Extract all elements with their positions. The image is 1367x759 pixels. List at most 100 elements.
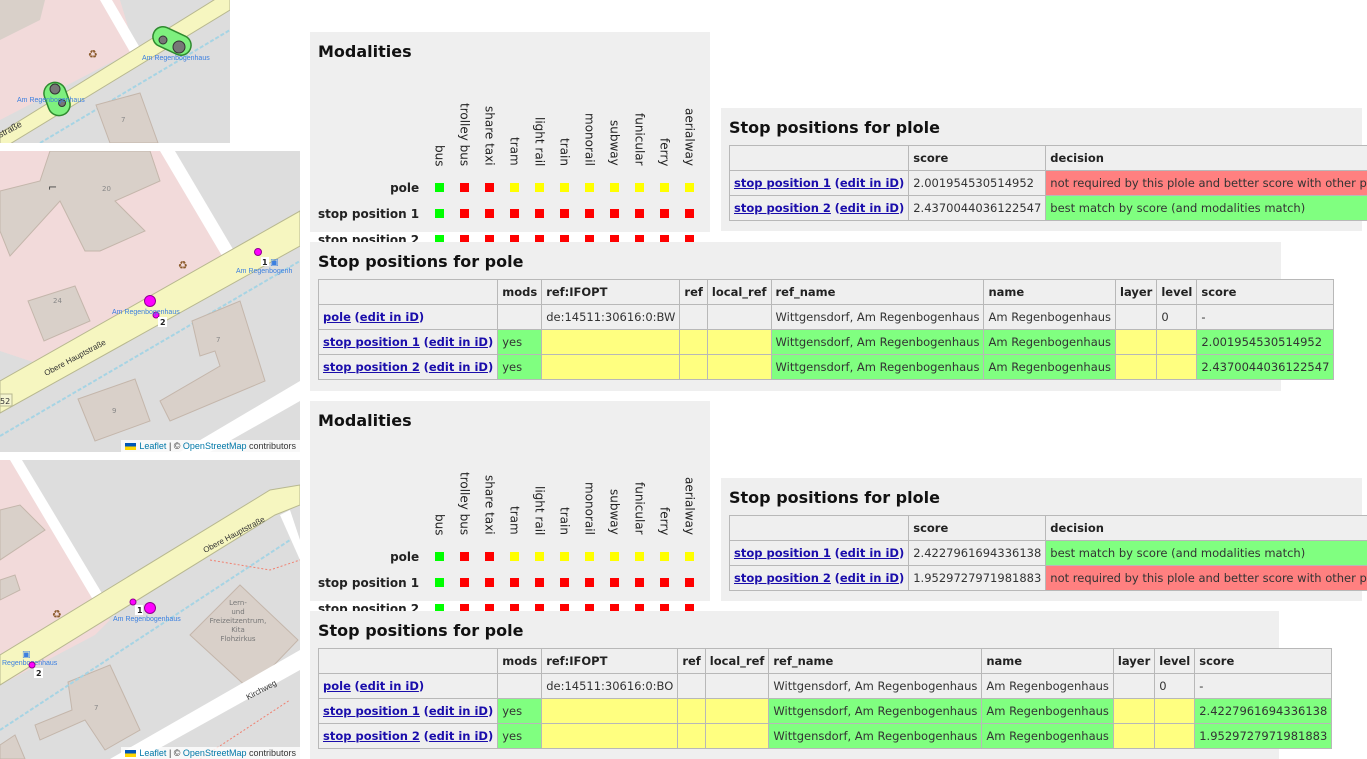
modality-status-yellow: [560, 552, 570, 561]
stop-position-marker[interactable]: [129, 598, 137, 606]
osm-link[interactable]: OpenStreetMap: [183, 748, 247, 758]
paren: ): [487, 704, 494, 718]
stop-cell: stop position 2 (edit in iD): [728, 195, 910, 221]
map-3[interactable]: Obere Hauptstraße Lern- und Freizeitzent…: [0, 460, 300, 759]
pole-marker[interactable]: [144, 602, 156, 614]
modality-label: trolley bus: [457, 102, 472, 166]
map-2[interactable]: 20 24 7 9 ♻ ⌐ 1 ▣ Am Regenbogenh Am Rege…: [0, 151, 300, 452]
stop-cell: stop position 1 (edit in iD): [317, 698, 499, 724]
value-cell: Am Regenbogenhaus: [983, 354, 1117, 380]
pole-header-row: mods ref:IFOPT ref local_ref ref_name name lay…: [317, 279, 1335, 305]
edit-in-id-link[interactable]: edit in iD: [429, 729, 488, 743]
stop-link[interactable]: stop position 1: [734, 176, 831, 190]
modality-column-header: tram: [502, 69, 527, 175]
modality-label: aerialway: [682, 477, 697, 535]
leaflet-link[interactable]: Leaflet: [139, 748, 166, 758]
stop-link[interactable]: pole: [323, 310, 351, 324]
bus-stop-icon: ▣: [270, 258, 279, 268]
stop-link[interactable]: stop position 1: [323, 704, 420, 718]
modality-column-header: monorail: [577, 69, 602, 175]
road: [280, 510, 300, 560]
score-cell: 1.9529727971981883: [908, 565, 1047, 591]
modalities-panel-1: Modalities bus trolley bus share taxi tram l…: [310, 32, 710, 247]
value-cell: -: [1196, 304, 1335, 330]
modalities-title: Modalities: [318, 411, 412, 430]
stop-link[interactable]: stop position 1: [734, 546, 831, 560]
building: [34, 664, 141, 751]
modality-status-yellow: [610, 552, 620, 561]
column-header: ref: [679, 279, 708, 305]
edit-in-id-link[interactable]: edit in iD: [429, 704, 488, 718]
modality-status-red: [460, 209, 470, 218]
value-cell: [497, 304, 543, 330]
building-number: 20: [102, 185, 111, 193]
modality-label: funicular: [632, 113, 647, 166]
modality-status-yellow: [635, 183, 645, 192]
stop-position-marker[interactable]: [254, 248, 262, 256]
modality-cell: [527, 544, 552, 570]
attribution-separator: | ©: [166, 748, 183, 758]
column-header: [728, 145, 910, 171]
modalities-row-label: stop position 1: [318, 576, 420, 590]
modality-column-header: tram: [502, 438, 527, 544]
svg-text:Freizeitzentrum,: Freizeitzentrum,: [210, 617, 267, 625]
map-1-canvas: 7 ♻ Am Regenbogenhaus Am Regenbogenhaus …: [0, 0, 230, 143]
map-2-canvas: 20 24 7 9 ♻ ⌐ 1 ▣ Am Regenbogenh Am Rege…: [0, 151, 300, 452]
modality-cell: [677, 201, 702, 227]
stop-link[interactable]: stop position 1: [323, 335, 420, 349]
modality-cell: [677, 175, 702, 201]
modality-status-red: [610, 209, 620, 218]
value-cell: Am Regenbogenhaus: [981, 698, 1114, 724]
modality-status-red: [460, 578, 470, 587]
stop-link[interactable]: pole: [323, 679, 351, 693]
osm-link[interactable]: OpenStreetMap: [183, 441, 247, 451]
modality-label: trolley bus: [457, 471, 472, 535]
modalities-row: pole: [318, 175, 702, 201]
stop-link[interactable]: stop position 2: [323, 360, 420, 374]
edit-in-id-link[interactable]: edit in iD: [429, 335, 488, 349]
road-ref: 52: [0, 397, 10, 406]
edit-in-id-link[interactable]: edit in iD: [840, 571, 899, 585]
edit-in-id-link[interactable]: edit in iD: [360, 679, 419, 693]
value-cell: Wittgensdorf, Am Regenbogenhaus: [770, 304, 985, 330]
stop-position-marker[interactable]: [28, 661, 36, 669]
edit-in-id-link[interactable]: edit in iD: [360, 310, 419, 324]
modality-status-red: [510, 209, 520, 218]
value-cell: Wittgensdorf, Am Regenbogenhaus: [768, 698, 983, 724]
column-header: score: [1194, 648, 1333, 674]
stop-label: Am Regenbogenh: [236, 268, 293, 275]
column-header: ref:IFOPT: [541, 648, 679, 674]
pole-row: pole (edit in iD) de:14511:30616:0:BO Witt…: [317, 673, 1333, 699]
modality-label: share taxi: [482, 106, 497, 166]
plole-table: score decision stop position 1 (edit in iD…: [728, 515, 1367, 591]
edit-in-id-link[interactable]: edit in iD: [840, 546, 899, 560]
stop-cell: stop position 2 (edit in iD): [728, 565, 910, 591]
value-cell: 0: [1156, 304, 1198, 330]
stop-link[interactable]: stop position 2: [734, 201, 831, 215]
modalities-header-row: bus trolley bus share taxi tram light rail tr…: [318, 438, 702, 544]
stop-link[interactable]: stop position 2: [734, 571, 831, 585]
modality-column-header: light rail: [527, 438, 552, 544]
modality-cell: [577, 175, 602, 201]
stop-cell: stop position 2 (edit in iD): [317, 723, 499, 749]
modality-label: bus: [432, 513, 447, 535]
leaflet-link[interactable]: Leaflet: [139, 441, 166, 451]
edit-in-id-link[interactable]: edit in iD: [429, 360, 488, 374]
modality-column-header: bus: [427, 438, 452, 544]
map-1[interactable]: 7 ♻ Am Regenbogenhaus Am Regenbogenhaus …: [0, 0, 230, 143]
modality-column-header: train: [552, 438, 577, 544]
pole-marker[interactable]: [144, 295, 156, 307]
column-header: [317, 648, 499, 674]
edit-in-id-link[interactable]: edit in iD: [840, 176, 899, 190]
modality-status-red: [685, 209, 694, 218]
edit-in-id-link[interactable]: edit in iD: [840, 201, 899, 215]
column-header: name: [983, 279, 1117, 305]
value-cell: [706, 304, 772, 330]
modality-status-yellow: [585, 552, 595, 561]
modality-label: funicular: [632, 482, 647, 535]
modalities-header-row: bus trolley bus share taxi tram light rail tr…: [318, 69, 702, 175]
modality-cell: [427, 570, 452, 596]
modality-status-green: [435, 209, 445, 218]
stop-link[interactable]: stop position 2: [323, 729, 420, 743]
modalities-title: Modalities: [318, 42, 412, 61]
